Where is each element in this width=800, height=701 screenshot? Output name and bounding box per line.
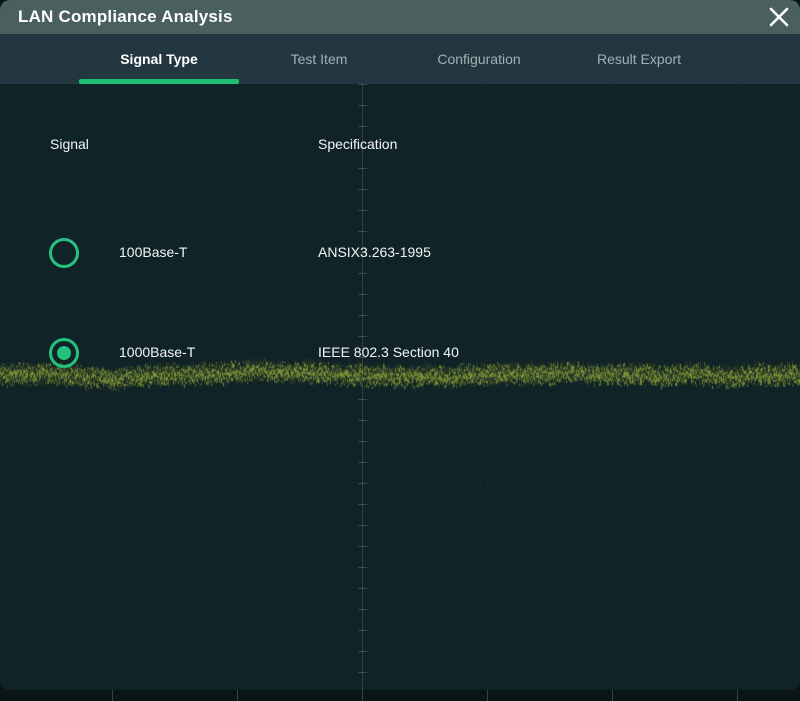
lan-compliance-dialog: LAN Compliance Analysis Signal Type Test…: [0, 0, 800, 690]
radio-100base-t[interactable]: [49, 238, 79, 268]
signal-name: 1000Base-T: [119, 344, 195, 360]
column-header-specification: Specification: [318, 136, 397, 152]
dialog-titlebar: LAN Compliance Analysis: [0, 0, 800, 34]
signal-name: 100Base-T: [119, 244, 187, 260]
signal-row-1000base-t[interactable]: 1000Base-T IEEE 802.3 Section 40: [0, 338, 800, 368]
graticule-stub: [612, 690, 613, 701]
close-icon: [768, 6, 790, 28]
graticule-stub: [737, 690, 738, 701]
tab-test-item[interactable]: Test Item: [239, 34, 399, 84]
graticule-stub: [237, 690, 238, 701]
graticule-hline: [0, 167, 800, 168]
graticule-stub: [362, 690, 363, 701]
tab-configuration[interactable]: Configuration: [399, 34, 559, 84]
dialog-title: LAN Compliance Analysis: [0, 7, 233, 27]
signal-row-100base-t[interactable]: 100Base-T ANSIX3.263-1995: [0, 238, 800, 268]
signal-specification: IEEE 802.3 Section 40: [318, 344, 459, 360]
tab-signal-type[interactable]: Signal Type: [79, 34, 239, 84]
close-button[interactable]: [764, 3, 794, 31]
tab-label: Result Export: [597, 51, 681, 67]
graticule-hline: [0, 587, 800, 588]
tab-label: Signal Type: [120, 51, 198, 67]
radio-1000base-t[interactable]: [49, 338, 79, 368]
column-header-signal: Signal: [50, 136, 89, 152]
signal-type-panel: Signal Specification 100Base-T ANSIX3.26…: [0, 84, 800, 690]
graticule-hline: [0, 482, 800, 483]
tab-bar: Signal Type Test Item Configuration Resu…: [0, 34, 800, 84]
graticule-hline: [0, 272, 800, 273]
graticule-stub: [112, 690, 113, 701]
graticule-stub: [487, 690, 488, 701]
signal-specification: ANSIX3.263-1995: [318, 244, 431, 260]
tab-label: Configuration: [437, 51, 520, 67]
oscilloscope-screen: LAN Compliance Analysis Signal Type Test…: [0, 0, 800, 701]
tab-label: Test Item: [291, 51, 348, 67]
tab-result-export[interactable]: Result Export: [559, 34, 719, 84]
